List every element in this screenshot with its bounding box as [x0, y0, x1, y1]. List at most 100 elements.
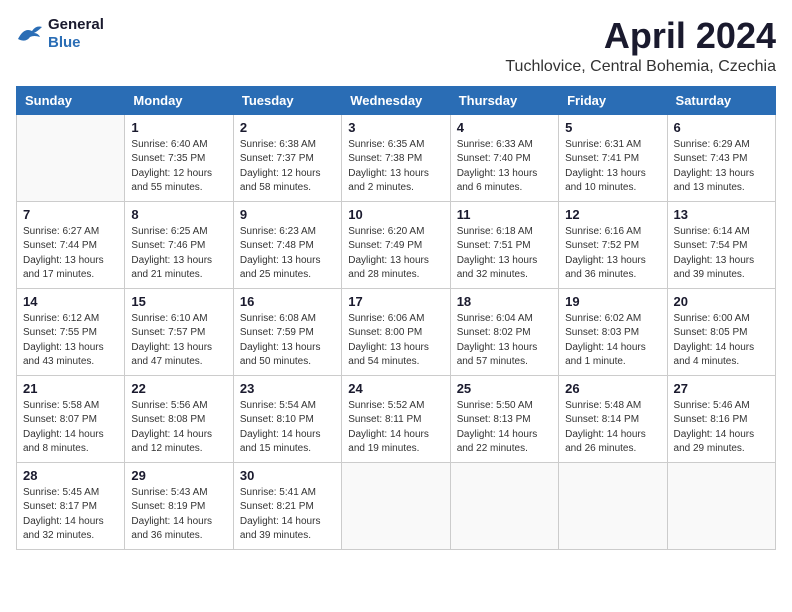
day-info: Sunrise: 6:04 AM Sunset: 8:02 PM Dayligh…	[457, 312, 552, 370]
day-number: 14	[23, 294, 118, 309]
day-info: Sunrise: 6:14 AM Sunset: 7:54 PM Dayligh…	[674, 225, 769, 283]
day-info: Sunrise: 5:45 AM Sunset: 8:17 PM Dayligh…	[23, 486, 118, 544]
weekday-header-saturday: Saturday	[667, 86, 775, 114]
day-number: 28	[23, 468, 118, 483]
day-number: 19	[565, 294, 660, 309]
day-info: Sunrise: 5:56 AM Sunset: 8:08 PM Dayligh…	[131, 399, 226, 457]
day-number: 2	[240, 120, 335, 135]
day-number: 22	[131, 381, 226, 396]
day-number: 10	[348, 207, 443, 222]
day-info: Sunrise: 6:23 AM Sunset: 7:48 PM Dayligh…	[240, 225, 335, 283]
day-number: 23	[240, 381, 335, 396]
day-number: 12	[565, 207, 660, 222]
calendar-cell: 13Sunrise: 6:14 AM Sunset: 7:54 PM Dayli…	[667, 201, 775, 288]
calendar-cell: 19 Sunrise: 6:02 AM Sunset: 8:03 PM Dayli…	[559, 288, 667, 375]
day-info: Sunrise: 6:25 AM Sunset: 7:46 PM Dayligh…	[131, 225, 226, 283]
day-info: Sunrise: 5:41 AM Sunset: 8:21 PM Dayligh…	[240, 486, 335, 544]
calendar-cell: 16 Sunrise: 6:08 AM Sunset: 7:59 PM Dayli…	[233, 288, 341, 375]
page-container: General Blue April 2024 Tuchlovice, Cent…	[16, 16, 776, 550]
calendar-cell: 7 Sunrise: 6:27 AM Sunset: 7:44 PM Daylig…	[17, 201, 125, 288]
day-number: 26	[565, 381, 660, 396]
day-info: Sunrise: 5:43 AM Sunset: 8:19 PM Dayligh…	[131, 486, 226, 544]
calendar-cell	[559, 462, 667, 549]
day-info: Sunrise: 6:16 AM Sunset: 7:52 PM Dayligh…	[565, 225, 660, 283]
calendar-cell: 11Sunrise: 6:18 AM Sunset: 7:51 PM Dayli…	[450, 201, 558, 288]
day-number: 27	[674, 381, 769, 396]
day-number: 20	[674, 294, 769, 309]
calendar-cell: 17 Sunrise: 6:06 AM Sunset: 8:00 PM Dayli…	[342, 288, 450, 375]
day-number: 17	[348, 294, 443, 309]
calendar-cell: 15 Sunrise: 6:10 AM Sunset: 7:57 PM Dayli…	[125, 288, 233, 375]
day-info: Sunrise: 6:08 AM Sunset: 7:59 PM Dayligh…	[240, 312, 335, 370]
weekday-header-friday: Friday	[559, 86, 667, 114]
calendar-week-row: 21 Sunrise: 5:58 AM Sunset: 8:07 PM Dayli…	[17, 375, 776, 462]
calendar-cell: 29 Sunrise: 5:43 AM Sunset: 8:19 PM Dayli…	[125, 462, 233, 549]
calendar-cell: 27 Sunrise: 5:46 AM Sunset: 8:16 PM Dayli…	[667, 375, 775, 462]
calendar-cell: 30 Sunrise: 5:41 AM Sunset: 8:21 PM Dayli…	[233, 462, 341, 549]
calendar-cell	[17, 114, 125, 201]
day-info: Sunrise: 6:35 AM Sunset: 7:38 PM Dayligh…	[348, 138, 443, 196]
day-info: Sunrise: 6:12 AM Sunset: 7:55 PM Dayligh…	[23, 312, 118, 370]
header: General Blue April 2024 Tuchlovice, Cent…	[16, 16, 776, 76]
weekday-header-thursday: Thursday	[450, 86, 558, 114]
day-number: 8	[131, 207, 226, 222]
calendar-cell: 22 Sunrise: 5:56 AM Sunset: 8:08 PM Dayli…	[125, 375, 233, 462]
calendar-cell: 9 Sunrise: 6:23 AM Sunset: 7:48 PM Daylig…	[233, 201, 341, 288]
day-number: 15	[131, 294, 226, 309]
day-number: 6	[674, 120, 769, 135]
calendar-cell: 21 Sunrise: 5:58 AM Sunset: 8:07 PM Dayli…	[17, 375, 125, 462]
day-info: Sunrise: 6:18 AM Sunset: 7:51 PM Dayligh…	[457, 225, 552, 283]
day-number: 3	[348, 120, 443, 135]
day-number: 29	[131, 468, 226, 483]
day-info: Sunrise: 6:10 AM Sunset: 7:57 PM Dayligh…	[131, 312, 226, 370]
day-number: 4	[457, 120, 552, 135]
weekday-header-monday: Monday	[125, 86, 233, 114]
day-number: 30	[240, 468, 335, 483]
day-info: Sunrise: 6:27 AM Sunset: 7:44 PM Dayligh…	[23, 225, 118, 283]
day-number: 5	[565, 120, 660, 135]
day-number: 16	[240, 294, 335, 309]
day-info: Sunrise: 5:52 AM Sunset: 8:11 PM Dayligh…	[348, 399, 443, 457]
weekday-header-row: SundayMondayTuesdayWednesdayThursdayFrid…	[17, 86, 776, 114]
calendar-cell: 23 Sunrise: 5:54 AM Sunset: 8:10 PM Dayli…	[233, 375, 341, 462]
logo-bird-icon	[16, 23, 44, 45]
calendar-cell: 5 Sunrise: 6:31 AM Sunset: 7:41 PM Daylig…	[559, 114, 667, 201]
day-info: Sunrise: 5:54 AM Sunset: 8:10 PM Dayligh…	[240, 399, 335, 457]
calendar-cell: 14 Sunrise: 6:12 AM Sunset: 7:55 PM Dayli…	[17, 288, 125, 375]
day-info: Sunrise: 5:50 AM Sunset: 8:13 PM Dayligh…	[457, 399, 552, 457]
calendar-cell	[667, 462, 775, 549]
calendar-cell	[342, 462, 450, 549]
location-subtitle: Tuchlovice, Central Bohemia, Czechia	[505, 58, 776, 76]
calendar-week-row: 1 Sunrise: 6:40 AM Sunset: 7:35 PM Daylig…	[17, 114, 776, 201]
day-number: 21	[23, 381, 118, 396]
calendar-cell	[450, 462, 558, 549]
day-number: 25	[457, 381, 552, 396]
day-info: Sunrise: 6:06 AM Sunset: 8:00 PM Dayligh…	[348, 312, 443, 370]
calendar-cell: 12 Sunrise: 6:16 AM Sunset: 7:52 PM Dayli…	[559, 201, 667, 288]
day-info: Sunrise: 5:48 AM Sunset: 8:14 PM Dayligh…	[565, 399, 660, 457]
calendar-cell: 1 Sunrise: 6:40 AM Sunset: 7:35 PM Daylig…	[125, 114, 233, 201]
day-number: 1	[131, 120, 226, 135]
calendar-cell: 20 Sunrise: 6:00 AM Sunset: 8:05 PM Dayli…	[667, 288, 775, 375]
calendar-cell: 10Sunrise: 6:20 AM Sunset: 7:49 PM Dayli…	[342, 201, 450, 288]
day-info: Sunrise: 5:58 AM Sunset: 8:07 PM Dayligh…	[23, 399, 118, 457]
day-info: Sunrise: 5:46 AM Sunset: 8:16 PM Dayligh…	[674, 399, 769, 457]
calendar-cell: 6 Sunrise: 6:29 AM Sunset: 7:43 PM Daylig…	[667, 114, 775, 201]
day-info: Sunrise: 6:02 AM Sunset: 8:03 PM Dayligh…	[565, 312, 660, 370]
title-block: April 2024 Tuchlovice, Central Bohemia, …	[505, 16, 776, 76]
day-number: 7	[23, 207, 118, 222]
day-info: Sunrise: 6:38 AM Sunset: 7:37 PM Dayligh…	[240, 138, 335, 196]
weekday-header-tuesday: Tuesday	[233, 86, 341, 114]
calendar-table: SundayMondayTuesdayWednesdayThursdayFrid…	[16, 86, 776, 550]
day-info: Sunrise: 6:40 AM Sunset: 7:35 PM Dayligh…	[131, 138, 226, 196]
calendar-cell: 4Sunrise: 6:33 AM Sunset: 7:40 PM Daylig…	[450, 114, 558, 201]
calendar-cell: 18Sunrise: 6:04 AM Sunset: 8:02 PM Dayli…	[450, 288, 558, 375]
calendar-week-row: 7 Sunrise: 6:27 AM Sunset: 7:44 PM Daylig…	[17, 201, 776, 288]
calendar-cell: 26 Sunrise: 5:48 AM Sunset: 8:14 PM Dayli…	[559, 375, 667, 462]
calendar-week-row: 28 Sunrise: 5:45 AM Sunset: 8:17 PM Dayli…	[17, 462, 776, 549]
day-number: 9	[240, 207, 335, 222]
logo: General Blue	[16, 16, 104, 52]
day-info: Sunrise: 6:00 AM Sunset: 8:05 PM Dayligh…	[674, 312, 769, 370]
day-info: Sunrise: 6:29 AM Sunset: 7:43 PM Dayligh…	[674, 138, 769, 196]
day-info: Sunrise: 6:31 AM Sunset: 7:41 PM Dayligh…	[565, 138, 660, 196]
